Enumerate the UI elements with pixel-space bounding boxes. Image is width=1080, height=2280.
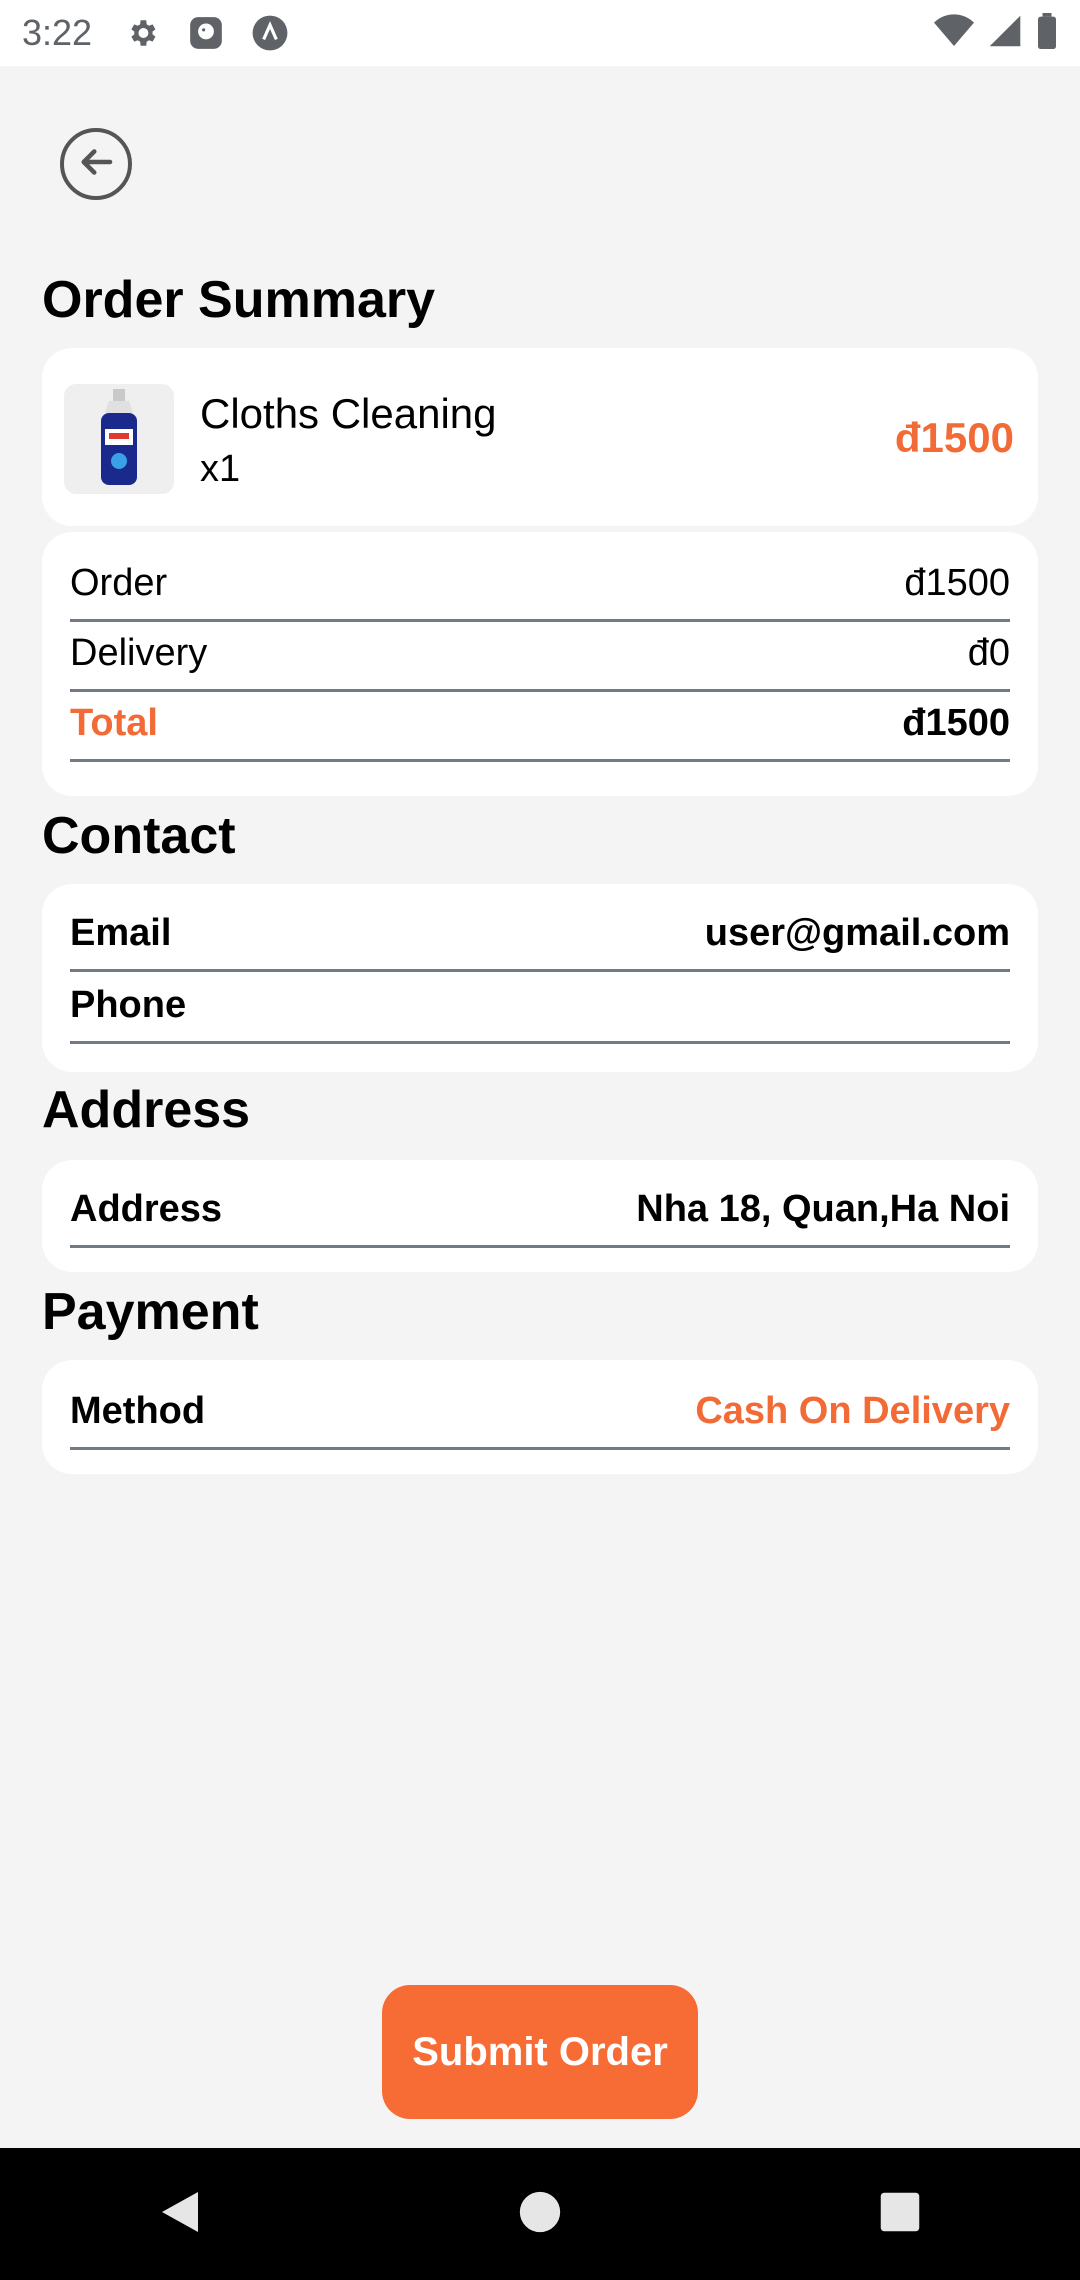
item-name: Cloths Cleaning (200, 390, 497, 437)
address-value: Nha 18, Quan,Ha Noi (636, 1188, 1010, 1230)
contact-title: Contact (42, 807, 236, 865)
battery-icon (1036, 12, 1058, 54)
payment-title: Payment (42, 1283, 259, 1341)
method-label: Method (70, 1390, 206, 1432)
product-thumbnail (64, 384, 174, 494)
address-title: Address (42, 1081, 251, 1139)
payment-method-row[interactable]: Method Cash On Delivery (70, 1380, 1010, 1450)
back-triangle-icon (158, 2188, 202, 2241)
arrow-left-circle-icon (75, 141, 117, 188)
delivery-value: đ0 (967, 632, 1010, 674)
phone-label: Phone (70, 984, 187, 1026)
method-value: Cash On Delivery (695, 1390, 1010, 1432)
payment-card: Method Cash On Delivery (42, 1360, 1038, 1474)
total-value: đ1500 (902, 702, 1010, 744)
email-label: Email (70, 912, 172, 954)
item-price: đ1500 (894, 414, 1014, 461)
email-value: user@gmail.com (704, 912, 1010, 954)
submit-order-button[interactable]: Submit Order (382, 1985, 698, 2119)
delivery-label: Delivery (70, 632, 208, 674)
order-breakdown-card: Order đ1500 Delivery đ0 Total đ1500 (42, 532, 1038, 796)
system-nav-bar (0, 2148, 1080, 2280)
total-row: Total đ1500 (70, 692, 1010, 762)
item-quantity: x1 (200, 448, 241, 490)
contact-card: Email user@gmail.com Phone (42, 884, 1038, 1072)
launcher-icon (250, 13, 290, 53)
gear-icon (122, 13, 162, 53)
nav-back-button[interactable] (120, 2154, 240, 2274)
back-button[interactable] (60, 128, 132, 200)
order-item-card[interactable]: Cloths Cleaning x1 đ1500 (42, 348, 1038, 526)
phone-row[interactable]: Phone (70, 974, 1010, 1044)
order-summary-title: Order Summary (42, 271, 436, 329)
address-label: Address (70, 1188, 223, 1230)
recents-square-icon (879, 2191, 921, 2238)
signal-icon (988, 14, 1022, 53)
email-row[interactable]: Email user@gmail.com (70, 902, 1010, 972)
wifi-icon (934, 13, 974, 53)
order-value: đ1500 (904, 562, 1010, 604)
order-label: Order (70, 562, 168, 604)
address-row[interactable]: Address Nha 18, Quan,Ha Noi (70, 1178, 1010, 1248)
delivery-row: Delivery đ0 (70, 622, 1010, 692)
total-label: Total (70, 702, 158, 744)
detergent-bottle-image (101, 389, 137, 485)
nav-home-button[interactable] (480, 2154, 600, 2274)
nav-recents-button[interactable] (840, 2154, 960, 2274)
status-bar: 3:22 (0, 0, 1080, 66)
app-icon (186, 13, 226, 53)
status-time: 3:22 (22, 12, 93, 53)
order-row: Order đ1500 (70, 552, 1010, 622)
home-circle-icon (518, 2190, 562, 2239)
address-card: Address Nha 18, Quan,Ha Noi (42, 1160, 1038, 1272)
